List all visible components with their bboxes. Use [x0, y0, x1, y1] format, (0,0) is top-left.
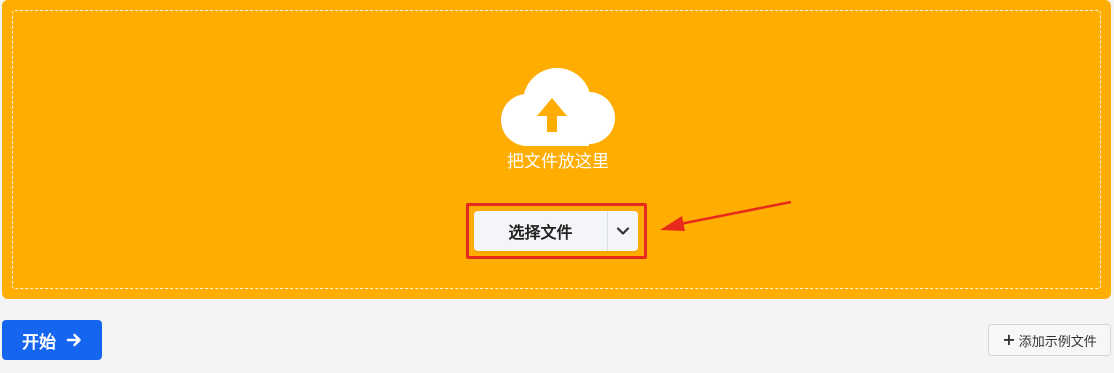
choose-file-button[interactable]: 选择文件 [474, 211, 607, 251]
start-button[interactable]: 开始 [2, 320, 102, 360]
start-button-label: 开始 [22, 332, 56, 353]
chevron-down-icon [616, 227, 630, 235]
arrow-right-icon [66, 333, 81, 347]
file-source-dropdown-button[interactable] [607, 211, 638, 251]
plus-icon: + [1002, 330, 1016, 349]
file-picker-split-button: 选择文件 [474, 211, 638, 251]
add-sample-file-label: 添加示例文件 [1018, 334, 1097, 350]
drop-hint-text: 把文件放这里 [507, 152, 609, 172]
cloud-upload-icon [501, 68, 615, 146]
add-sample-file-button[interactable]: + 添加示例文件 [988, 324, 1111, 356]
annotation-arrow-icon [660, 200, 792, 231]
